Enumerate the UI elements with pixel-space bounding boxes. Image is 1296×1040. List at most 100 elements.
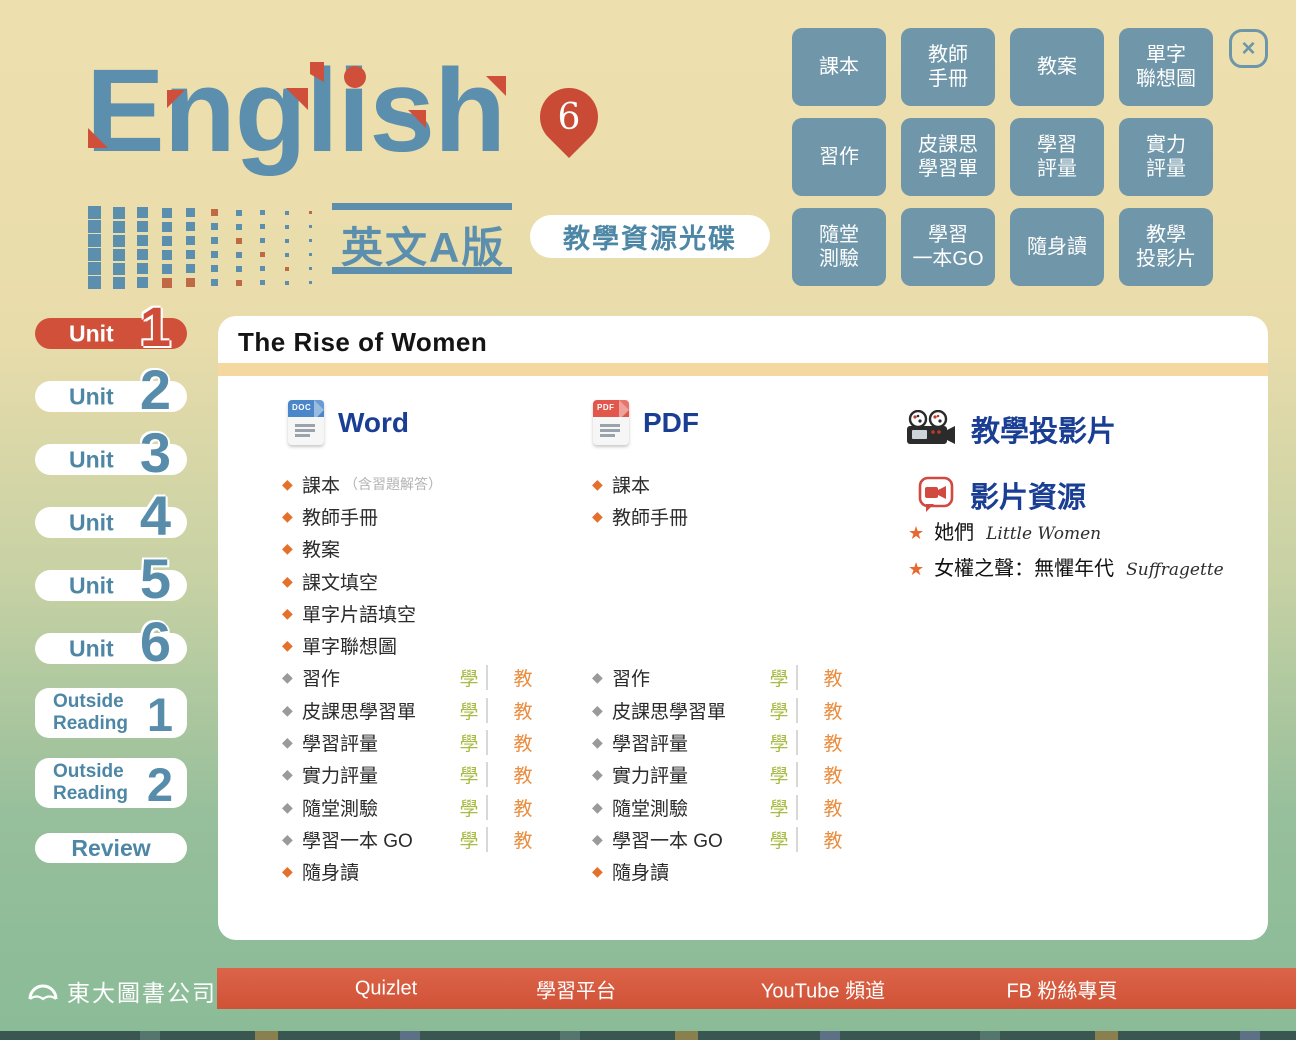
teacher-version-button[interactable]: 教: [816, 697, 850, 724]
resource-link[interactable]: 實力評量: [302, 761, 378, 788]
sidebar-item-unit-2[interactable]: Unit2: [35, 381, 187, 412]
resource-link[interactable]: 單字片語填空: [302, 600, 416, 627]
student-version-button[interactable]: 學: [452, 664, 486, 691]
sidebar-item-unit-1[interactable]: Unit1: [35, 318, 187, 349]
sidebar-item-outside-reading-2[interactable]: OutsideReading2: [35, 758, 187, 808]
version-divider: [486, 698, 488, 723]
teacher-version-button[interactable]: 教: [506, 697, 540, 724]
resource-link[interactable]: 課文填空: [302, 568, 378, 595]
sidebar-item-label: Unit: [69, 509, 114, 536]
resource-link[interactable]: 皮課思學習單: [302, 697, 416, 724]
resource-link[interactable]: 隨身讀: [612, 858, 669, 885]
top-menu-button[interactable]: 單字聯想圖: [1119, 28, 1213, 106]
menu-button-label: 測驗: [819, 247, 859, 271]
top-menu-button[interactable]: 隨身讀: [1010, 208, 1104, 286]
student-version-button[interactable]: 學: [762, 664, 796, 691]
teacher-version-button[interactable]: 教: [506, 729, 540, 756]
resource-link[interactable]: 學習評量: [302, 729, 378, 756]
resource-link[interactable]: 單字聯想圖: [302, 632, 397, 659]
footer-link[interactable]: Quizlet: [355, 977, 417, 1000]
sidebar-item-unit-6[interactable]: Unit6: [35, 633, 187, 664]
teacher-version-button[interactable]: 教: [506, 664, 540, 691]
resource-link[interactable]: 隨堂測驗: [612, 794, 688, 821]
resource-link[interactable]: 實力評量: [612, 761, 688, 788]
top-menu-button[interactable]: 習作: [792, 118, 886, 196]
orange-diamond-bullet: ◆: [282, 573, 302, 590]
student-version-button[interactable]: 學: [762, 826, 796, 853]
student-version-button[interactable]: 學: [762, 794, 796, 821]
top-menu-button[interactable]: 教案: [1010, 28, 1104, 106]
dot: [260, 252, 265, 257]
edition-rule-bottom: [332, 267, 512, 274]
word-section-header: DOC Word: [288, 400, 409, 445]
resource-link[interactable]: 教案: [302, 535, 340, 562]
resource-link[interactable]: 教師手冊: [302, 503, 378, 530]
top-menu-button[interactable]: 教學投影片: [1119, 208, 1213, 286]
student-version-button[interactable]: 學: [762, 761, 796, 788]
video-item[interactable]: ★她們Little Women: [908, 516, 1224, 552]
sidebar-item-number: 1: [140, 300, 171, 353]
resource-link[interactable]: 學習一本 GO: [612, 826, 723, 853]
logo-wordmark: English: [86, 52, 526, 170]
resource-link[interactable]: 教師手冊: [612, 503, 688, 530]
top-menu-button[interactable]: 隨堂測驗: [792, 208, 886, 286]
student-version-button[interactable]: 學: [452, 729, 486, 756]
resource-link[interactable]: 隨身讀: [302, 858, 359, 885]
top-menu-button[interactable]: 學習一本GO: [901, 208, 995, 286]
resource-link[interactable]: 學習評量: [612, 729, 688, 756]
student-version-button[interactable]: 學: [452, 697, 486, 724]
menu-button-label: 課本: [819, 55, 859, 79]
resource-link[interactable]: 習作: [612, 664, 650, 691]
sidebar-item-outside-reading-1[interactable]: OutsideReading1: [35, 688, 187, 738]
sidebar-item-unit-4[interactable]: Unit4: [35, 507, 187, 538]
resource-link[interactable]: 隨堂測驗: [302, 794, 378, 821]
teacher-version-button[interactable]: 教: [506, 794, 540, 821]
resource-link[interactable]: 課本: [612, 471, 650, 498]
video-item[interactable]: ★女權之聲：無懼年代Suffragette: [908, 552, 1224, 588]
student-version-button[interactable]: 學: [452, 794, 486, 821]
pdf-badge: PDF: [597, 403, 615, 412]
top-menu-button[interactable]: 課本: [792, 28, 886, 106]
dot: [211, 265, 218, 272]
teacher-version-button[interactable]: 教: [506, 826, 540, 853]
top-menu-button[interactable]: 皮課思學習單: [901, 118, 995, 196]
sidebar-item-label-line: Outside: [53, 691, 128, 713]
menu-button-label: 評量: [1037, 157, 1077, 181]
footer-link[interactable]: YouTube 頻道: [761, 974, 885, 1003]
teacher-version-button[interactable]: 教: [816, 761, 850, 788]
videos-section-header: 影片資源: [918, 474, 1086, 516]
level-number: 6: [540, 88, 598, 146]
student-version-button[interactable]: 學: [762, 697, 796, 724]
sidebar-item-review[interactable]: Review: [35, 833, 187, 863]
teacher-version-button[interactable]: 教: [816, 826, 850, 853]
gray-diamond-bullet: ◆: [282, 734, 302, 751]
menu-button-label: 學習: [928, 223, 968, 247]
teacher-version-button[interactable]: 教: [816, 729, 850, 756]
slides-header-label: 教學投影片: [971, 408, 1116, 450]
teacher-version-button[interactable]: 教: [816, 664, 850, 691]
sidebar-item-unit-3[interactable]: Unit3: [35, 444, 187, 475]
dot: [236, 210, 242, 216]
content-panel: The Rise of Women DOC Word PDF PDF: [218, 316, 1268, 940]
resource-link[interactable]: 課本: [302, 471, 340, 498]
dot: [113, 277, 125, 289]
resource-link[interactable]: 皮課思學習單: [612, 697, 726, 724]
student-version-button[interactable]: 學: [762, 729, 796, 756]
footer-link[interactable]: FB 粉絲專頁: [1006, 974, 1117, 1003]
list-item: ◆皮課思學習單學教: [282, 694, 540, 726]
footer-link[interactable]: 學習平台: [536, 974, 616, 1003]
student-version-button[interactable]: 學: [452, 826, 486, 853]
resource-link[interactable]: 學習一本 GO: [302, 826, 413, 853]
dot: [260, 266, 265, 271]
teacher-version-button[interactable]: 教: [816, 794, 850, 821]
top-menu-button[interactable]: 實力評量: [1119, 118, 1213, 196]
dot: [88, 206, 101, 219]
top-menu-button[interactable]: 學習評量: [1010, 118, 1104, 196]
student-version-button[interactable]: 學: [452, 761, 486, 788]
teacher-version-button[interactable]: 教: [506, 761, 540, 788]
sidebar-item-unit-5[interactable]: Unit5: [35, 570, 187, 601]
version-buttons: 學教: [452, 662, 540, 694]
resource-link[interactable]: 習作: [302, 664, 340, 691]
top-menu-button[interactable]: 教師手冊: [901, 28, 995, 106]
close-button[interactable]: ×: [1229, 29, 1268, 68]
